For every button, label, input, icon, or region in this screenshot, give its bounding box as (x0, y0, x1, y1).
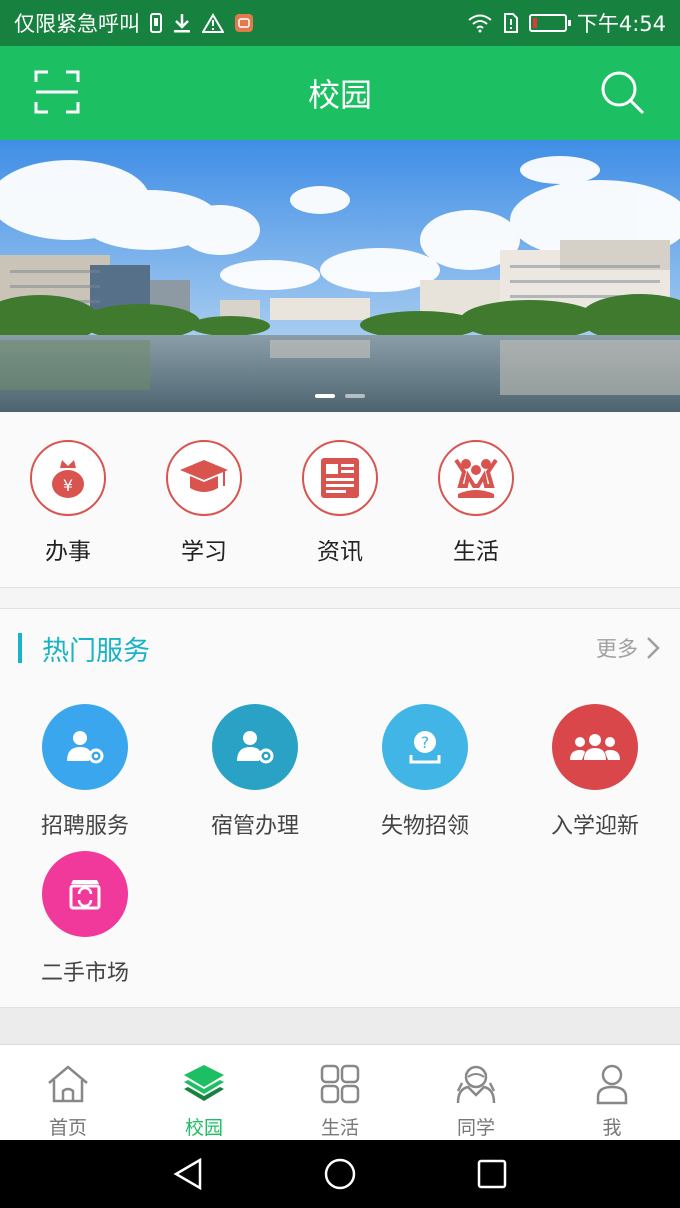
section-accent-bar (18, 633, 22, 663)
service-icon-circle (42, 851, 128, 937)
service-lost-found[interactable]: ? 失物招领 (360, 704, 490, 840)
sim-icon (150, 13, 162, 33)
category-row: ¥ 办事 学习 资讯 生活 (0, 412, 680, 588)
section-divider (0, 1008, 680, 1044)
category-icon-circle (166, 440, 242, 516)
nav-classmates[interactable]: 同学 (426, 1063, 526, 1140)
sim-alert-icon (503, 13, 519, 33)
category-icon-circle: ¥ (30, 440, 106, 516)
lost-found-icon: ? (409, 731, 441, 764)
page-title: 校园 (307, 76, 372, 114)
status-bar: 仅限紧急呼叫 下午4:54 (0, 0, 680, 46)
system-nav-bar (0, 1140, 680, 1208)
graduation-cap-icon (180, 460, 228, 492)
more-link[interactable]: 更多 (596, 633, 660, 663)
nav-label: 同学 (456, 1117, 495, 1139)
campus-lake-image (0, 140, 680, 412)
svg-text:?: ? (421, 733, 430, 752)
service-label: 失物招领 (380, 814, 469, 839)
category-label: 生活 (453, 539, 499, 565)
search-button[interactable] (600, 70, 646, 116)
nav-me[interactable]: 我 (562, 1063, 662, 1140)
service-icon-circle: ? (382, 704, 468, 790)
category-shenghuo[interactable]: 生活 (426, 440, 526, 566)
home-icon (48, 1065, 88, 1103)
user-gear-icon (237, 731, 274, 764)
user-gear-icon (67, 731, 104, 764)
back-icon[interactable] (170, 1156, 206, 1192)
carousel-dot (345, 394, 365, 398)
people-cheer-icon (454, 458, 498, 498)
service-enrollment[interactable]: 入学迎新 (530, 704, 660, 840)
profile-icon (596, 1064, 628, 1105)
service-label: 入学迎新 (550, 814, 639, 839)
bottom-nav: 首页 校园 生活 同学 我 (0, 1044, 680, 1140)
money-bag-icon: ¥ (52, 460, 84, 498)
category-xuexi[interactable]: 学习 (154, 440, 254, 566)
category-label: 学习 (181, 539, 227, 565)
section-header: 热门服务 更多 (0, 629, 680, 669)
category-banshi[interactable]: ¥ 办事 (18, 440, 118, 566)
service-dormitory[interactable]: 宿管办理 (190, 704, 320, 840)
nav-label: 校园 (184, 1117, 223, 1139)
service-label: 二手市场 (40, 961, 129, 986)
nav-campus[interactable]: 校园 (154, 1063, 254, 1140)
category-label: 办事 (45, 539, 91, 565)
service-label: 宿管办理 (210, 814, 299, 839)
app-bar: 校园 (0, 46, 680, 140)
category-label: 资讯 (317, 539, 363, 565)
scan-icon (34, 70, 80, 114)
nav-label: 我 (602, 1117, 622, 1139)
service-second-hand[interactable]: 二手市场 (20, 851, 150, 987)
market-icon (69, 880, 101, 910)
carousel-dot (315, 394, 335, 398)
nav-label: 生活 (320, 1117, 359, 1139)
category-icon-circle (302, 440, 378, 516)
service-icon-circle (212, 704, 298, 790)
hot-services-section: 热门服务 更多 招聘服务 宿管办理 ? 失物招领 入学迎新 二手市场 (0, 608, 680, 1008)
section-title: 热门服务 (42, 636, 150, 667)
scan-button[interactable] (34, 68, 80, 116)
wifi-icon (467, 13, 493, 33)
nav-home[interactable]: 首页 (18, 1063, 118, 1140)
classmate-icon (456, 1065, 496, 1104)
carrier-text: 仅限紧急呼叫 (14, 12, 140, 36)
chevron-right-icon (647, 637, 660, 659)
campus-banner[interactable] (0, 140, 680, 412)
more-label: 更多 (596, 637, 638, 661)
news-icon (321, 458, 359, 498)
clock: 下午4:54 (576, 12, 666, 36)
group-icon (570, 734, 620, 760)
search-icon (601, 71, 645, 115)
service-recruitment[interactable]: 招聘服务 (20, 704, 150, 840)
app-notification-icon (234, 13, 254, 33)
carousel-indicator (0, 394, 680, 398)
grid-icon (320, 1064, 360, 1104)
nav-label: 首页 (48, 1117, 87, 1139)
battery-icon (528, 14, 571, 32)
home-button-icon[interactable] (322, 1156, 358, 1192)
category-icon-circle (438, 440, 514, 516)
download-icon (172, 12, 192, 34)
category-zixun[interactable]: 资讯 (290, 440, 390, 566)
nav-life[interactable]: 生活 (290, 1063, 390, 1140)
service-icon-circle (42, 704, 128, 790)
svg-text:¥: ¥ (63, 476, 73, 495)
service-icon-circle (552, 704, 638, 790)
service-label: 招聘服务 (40, 814, 129, 839)
recents-icon[interactable] (474, 1156, 510, 1192)
layers-icon (184, 1065, 224, 1101)
warning-icon (202, 13, 224, 33)
